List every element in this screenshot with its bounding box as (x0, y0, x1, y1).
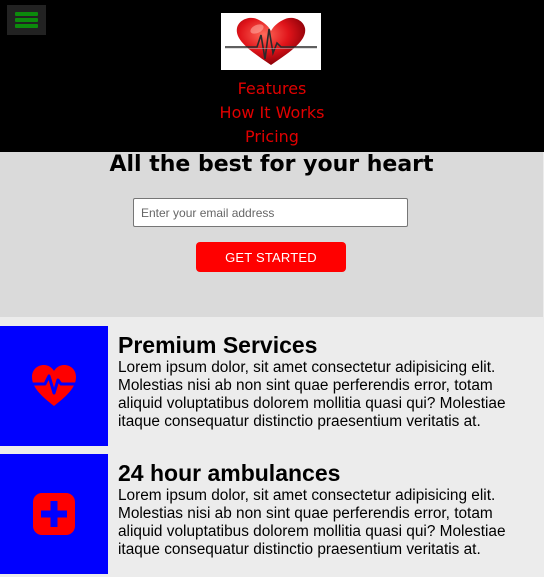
medical-cross-icon (33, 493, 75, 535)
main-nav: Features How It Works Pricing (0, 77, 544, 149)
feature-description: Lorem ipsum dolor, sit amet consectetur … (118, 359, 506, 430)
menu-bar (15, 12, 38, 16)
hamburger-menu-icon[interactable] (7, 5, 46, 35)
feature-icon-box (0, 326, 108, 446)
email-input[interactable] (133, 198, 408, 227)
feature-card: 24 hour ambulances Lorem ipsum dolor, si… (0, 454, 544, 574)
menu-bar (15, 18, 38, 22)
feature-title: 24 hour ambulances (118, 460, 341, 486)
hero-section: All the best for your heart GET STARTED (0, 152, 543, 317)
feature-title: Premium Services (118, 332, 318, 358)
nav-link-how-it-works[interactable]: How It Works (0, 101, 544, 125)
heartbeat-icon (31, 365, 77, 406)
nav-link-features[interactable]: Features (0, 77, 544, 101)
get-started-button[interactable]: GET STARTED (196, 242, 346, 272)
heart-pulse-logo-icon[interactable] (221, 13, 321, 70)
feature-icon-box (0, 454, 108, 574)
site-header: Features How It Works Pricing (0, 0, 544, 152)
hero-title: All the best for your heart (109, 152, 434, 177)
feature-description: Lorem ipsum dolor, sit amet consectetur … (118, 487, 506, 558)
menu-bar (15, 24, 38, 28)
feature-card: Premium Services Lorem ipsum dolor, sit … (0, 326, 544, 446)
nav-link-pricing[interactable]: Pricing (0, 125, 544, 149)
